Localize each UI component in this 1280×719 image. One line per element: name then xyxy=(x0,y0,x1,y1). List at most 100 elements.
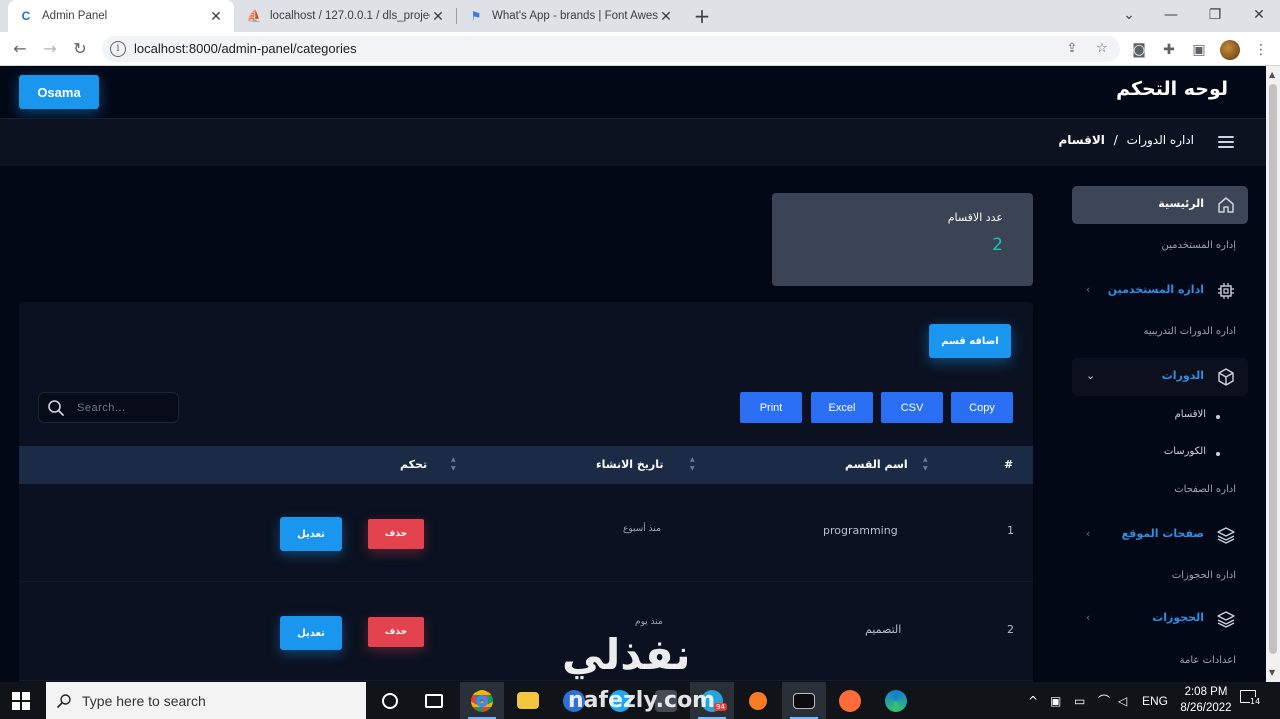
copy-button[interactable]: Copy xyxy=(951,392,1013,423)
windows-start-icon[interactable] xyxy=(12,692,30,710)
tab-title: localhost / 127.0.0.1 / dls_project xyxy=(270,10,430,22)
restore-button[interactable]: ❐ xyxy=(1194,0,1236,30)
chrome-app-icon[interactable] xyxy=(460,682,504,719)
forward-arrow-icon[interactable]: → xyxy=(38,37,62,61)
close-icon[interactable]: ✕ xyxy=(430,8,446,25)
new-tab-button[interactable]: + xyxy=(690,4,714,28)
file-explorer-icon[interactable] xyxy=(506,682,550,719)
volume-icon[interactable]: ◁ xyxy=(1118,682,1127,719)
postman-icon[interactable] xyxy=(828,682,872,719)
csv-button[interactable]: CSV xyxy=(881,392,943,423)
terminal-icon[interactable] xyxy=(782,682,826,719)
browser-toolbar: ← → ↻ i localhost:8000/admin-panel/categ… xyxy=(0,32,1280,66)
close-window-button[interactable]: ✕ xyxy=(1238,0,1280,30)
back-arrow-icon[interactable]: ← xyxy=(8,37,32,61)
user-menu-button[interactable]: Osama xyxy=(19,75,99,109)
language-indicator[interactable]: ENG xyxy=(1142,682,1168,719)
print-button[interactable]: Print xyxy=(740,392,802,423)
sidebar-item-label: صفحات الموقع xyxy=(1121,527,1204,540)
share-icon[interactable]: ⇪ xyxy=(1064,41,1080,57)
sidebar-item-bookings[interactable]: الحجوزات ‹ xyxy=(1072,600,1248,638)
taskbar-search-placeholder: Type here to search xyxy=(82,692,206,709)
close-icon[interactable]: ✕ xyxy=(208,8,224,25)
profile-avatar[interactable] xyxy=(1220,40,1240,60)
cube-icon xyxy=(1218,368,1234,386)
row-number: 2 xyxy=(1007,623,1014,636)
task-view-icon[interactable] xyxy=(412,682,456,719)
tab-separator xyxy=(456,8,457,24)
site-info-icon[interactable]: i xyxy=(110,41,126,57)
column-header-created-date[interactable]: تاريخ الانشاء xyxy=(596,458,664,471)
scroll-down-icon[interactable]: ▼ xyxy=(1269,668,1275,677)
edit-button[interactable]: تعديل xyxy=(280,517,342,551)
sidebar-item-site-pages[interactable]: صفحات الموقع ‹ xyxy=(1072,516,1248,554)
minimize-button[interactable]: — xyxy=(1150,0,1192,30)
close-icon[interactable]: ✕ xyxy=(658,8,674,25)
tab-phpmyadmin[interactable]: ⛵ localhost / 127.0.0.1 / dls_project ✕ xyxy=(236,0,456,32)
delete-button[interactable]: حذف xyxy=(368,519,424,549)
browser-tabstrip: C Admin Panel ✕ ⛵ localhost / 127.0.0.1 … xyxy=(0,0,1280,32)
excel-button[interactable]: Excel xyxy=(811,392,873,423)
tray-chevron-icon[interactable]: ^ xyxy=(1028,682,1038,719)
sidebar-item-home[interactable]: الرئيسية xyxy=(1072,186,1248,224)
extensions-puzzle-icon[interactable]: ✚ xyxy=(1160,41,1178,59)
sort-icon[interactable]: ▲ ▼ xyxy=(451,455,456,473)
menu-kebab-icon[interactable]: ⋮ xyxy=(1252,41,1270,59)
stat-value: 2 xyxy=(992,235,1003,255)
sidebar-item-courses[interactable]: الدورات ⌄ xyxy=(1072,358,1248,396)
add-category-button[interactable]: اضافه قسم xyxy=(929,324,1011,358)
tab-search-icon[interactable]: ⌄ xyxy=(1108,0,1150,30)
category-name: programming xyxy=(823,524,898,537)
column-header-category-name[interactable]: اسم القسم xyxy=(845,458,908,471)
sort-icon[interactable]: ▲ ▼ xyxy=(690,455,695,473)
notification-center-icon[interactable]: 14 xyxy=(1240,690,1262,710)
xampp-icon[interactable] xyxy=(736,682,780,719)
taskbar-search-box[interactable]: Type here to search xyxy=(46,682,366,719)
sidebar-section-pages: اداره الصفحات xyxy=(1174,484,1236,495)
battery-icon[interactable]: ▭ xyxy=(1074,682,1085,719)
page-scrollbar[interactable]: ▲ ▼ xyxy=(1266,66,1280,682)
chevron-left-icon: ‹ xyxy=(1086,611,1091,624)
scrollbar-thumb[interactable] xyxy=(1269,84,1277,654)
sidebar-item-label: الرئيسية xyxy=(1158,197,1204,210)
tab-favicon-icon: C xyxy=(21,9,31,23)
scroll-up-icon[interactable]: ▲ xyxy=(1269,70,1275,79)
clock-date: 8/26/2022 xyxy=(1180,702,1232,714)
edge-icon[interactable] xyxy=(874,682,918,719)
delete-button[interactable]: حذف xyxy=(368,617,424,647)
sidebar-subitem-categories[interactable]: الاقسام xyxy=(1175,409,1206,420)
breadcrumb-bar: اداره الدورات / الاقسام xyxy=(0,118,1266,166)
tab-font-awesome[interactable]: ⚑ What's App - brands | Font Awes ✕ xyxy=(458,0,684,32)
hamburger-menu-icon[interactable] xyxy=(1218,136,1234,148)
breadcrumb: اداره الدورات / الاقسام xyxy=(1058,133,1194,147)
sidebar-item-label: الدورات xyxy=(1161,369,1204,382)
sidebar-item-label: اداره المستخدمين xyxy=(1107,283,1204,296)
column-header-actions[interactable]: تحكم xyxy=(400,458,427,471)
breadcrumb-parent[interactable]: اداره الدورات xyxy=(1127,133,1194,147)
side-panel-icon[interactable]: ▣ xyxy=(1190,41,1208,59)
bullet-dot-icon xyxy=(1216,452,1220,456)
search-input[interactable] xyxy=(77,399,173,417)
sort-icon[interactable]: ▲ ▼ xyxy=(923,455,928,473)
reload-icon[interactable]: ↻ xyxy=(68,37,92,61)
address-bar[interactable]: i localhost:8000/admin-panel/categories … xyxy=(102,36,1120,62)
edit-button[interactable]: تعديل xyxy=(280,616,342,650)
created-date: منذ أسبوع xyxy=(623,524,661,534)
sidebar-subitem-courses[interactable]: الكورسات xyxy=(1164,446,1206,457)
bookmark-star-icon[interactable]: ☆ xyxy=(1094,41,1110,57)
cortana-icon[interactable] xyxy=(368,682,412,719)
column-header-number[interactable]: # xyxy=(1004,458,1013,471)
taskbar-clock[interactable]: 2:08 PM 8/26/2022 xyxy=(1175,684,1237,716)
created-date: منذ يوم xyxy=(635,617,663,627)
admin-page: Osama لوحه التحكم اداره الدورات / الاقسا… xyxy=(0,66,1266,682)
tray-app-icon[interactable]: ▣ xyxy=(1050,682,1061,719)
sidebar-section-users: إداره المستخدمين xyxy=(1161,240,1237,251)
watermark-latin: nafezly.com xyxy=(568,688,716,713)
top-header: Osama لوحه التحكم xyxy=(0,66,1266,118)
camera-icon[interactable]: ◙ xyxy=(1130,41,1148,59)
bullet-dot-icon xyxy=(1216,415,1220,419)
tab-admin-panel[interactable]: C Admin Panel ✕ xyxy=(8,0,234,32)
sidebar-item-users[interactable]: اداره المستخدمين ‹ xyxy=(1072,272,1248,310)
wifi-icon[interactable]: ⌒ xyxy=(1098,682,1110,719)
tab-title: Admin Panel xyxy=(42,10,108,22)
